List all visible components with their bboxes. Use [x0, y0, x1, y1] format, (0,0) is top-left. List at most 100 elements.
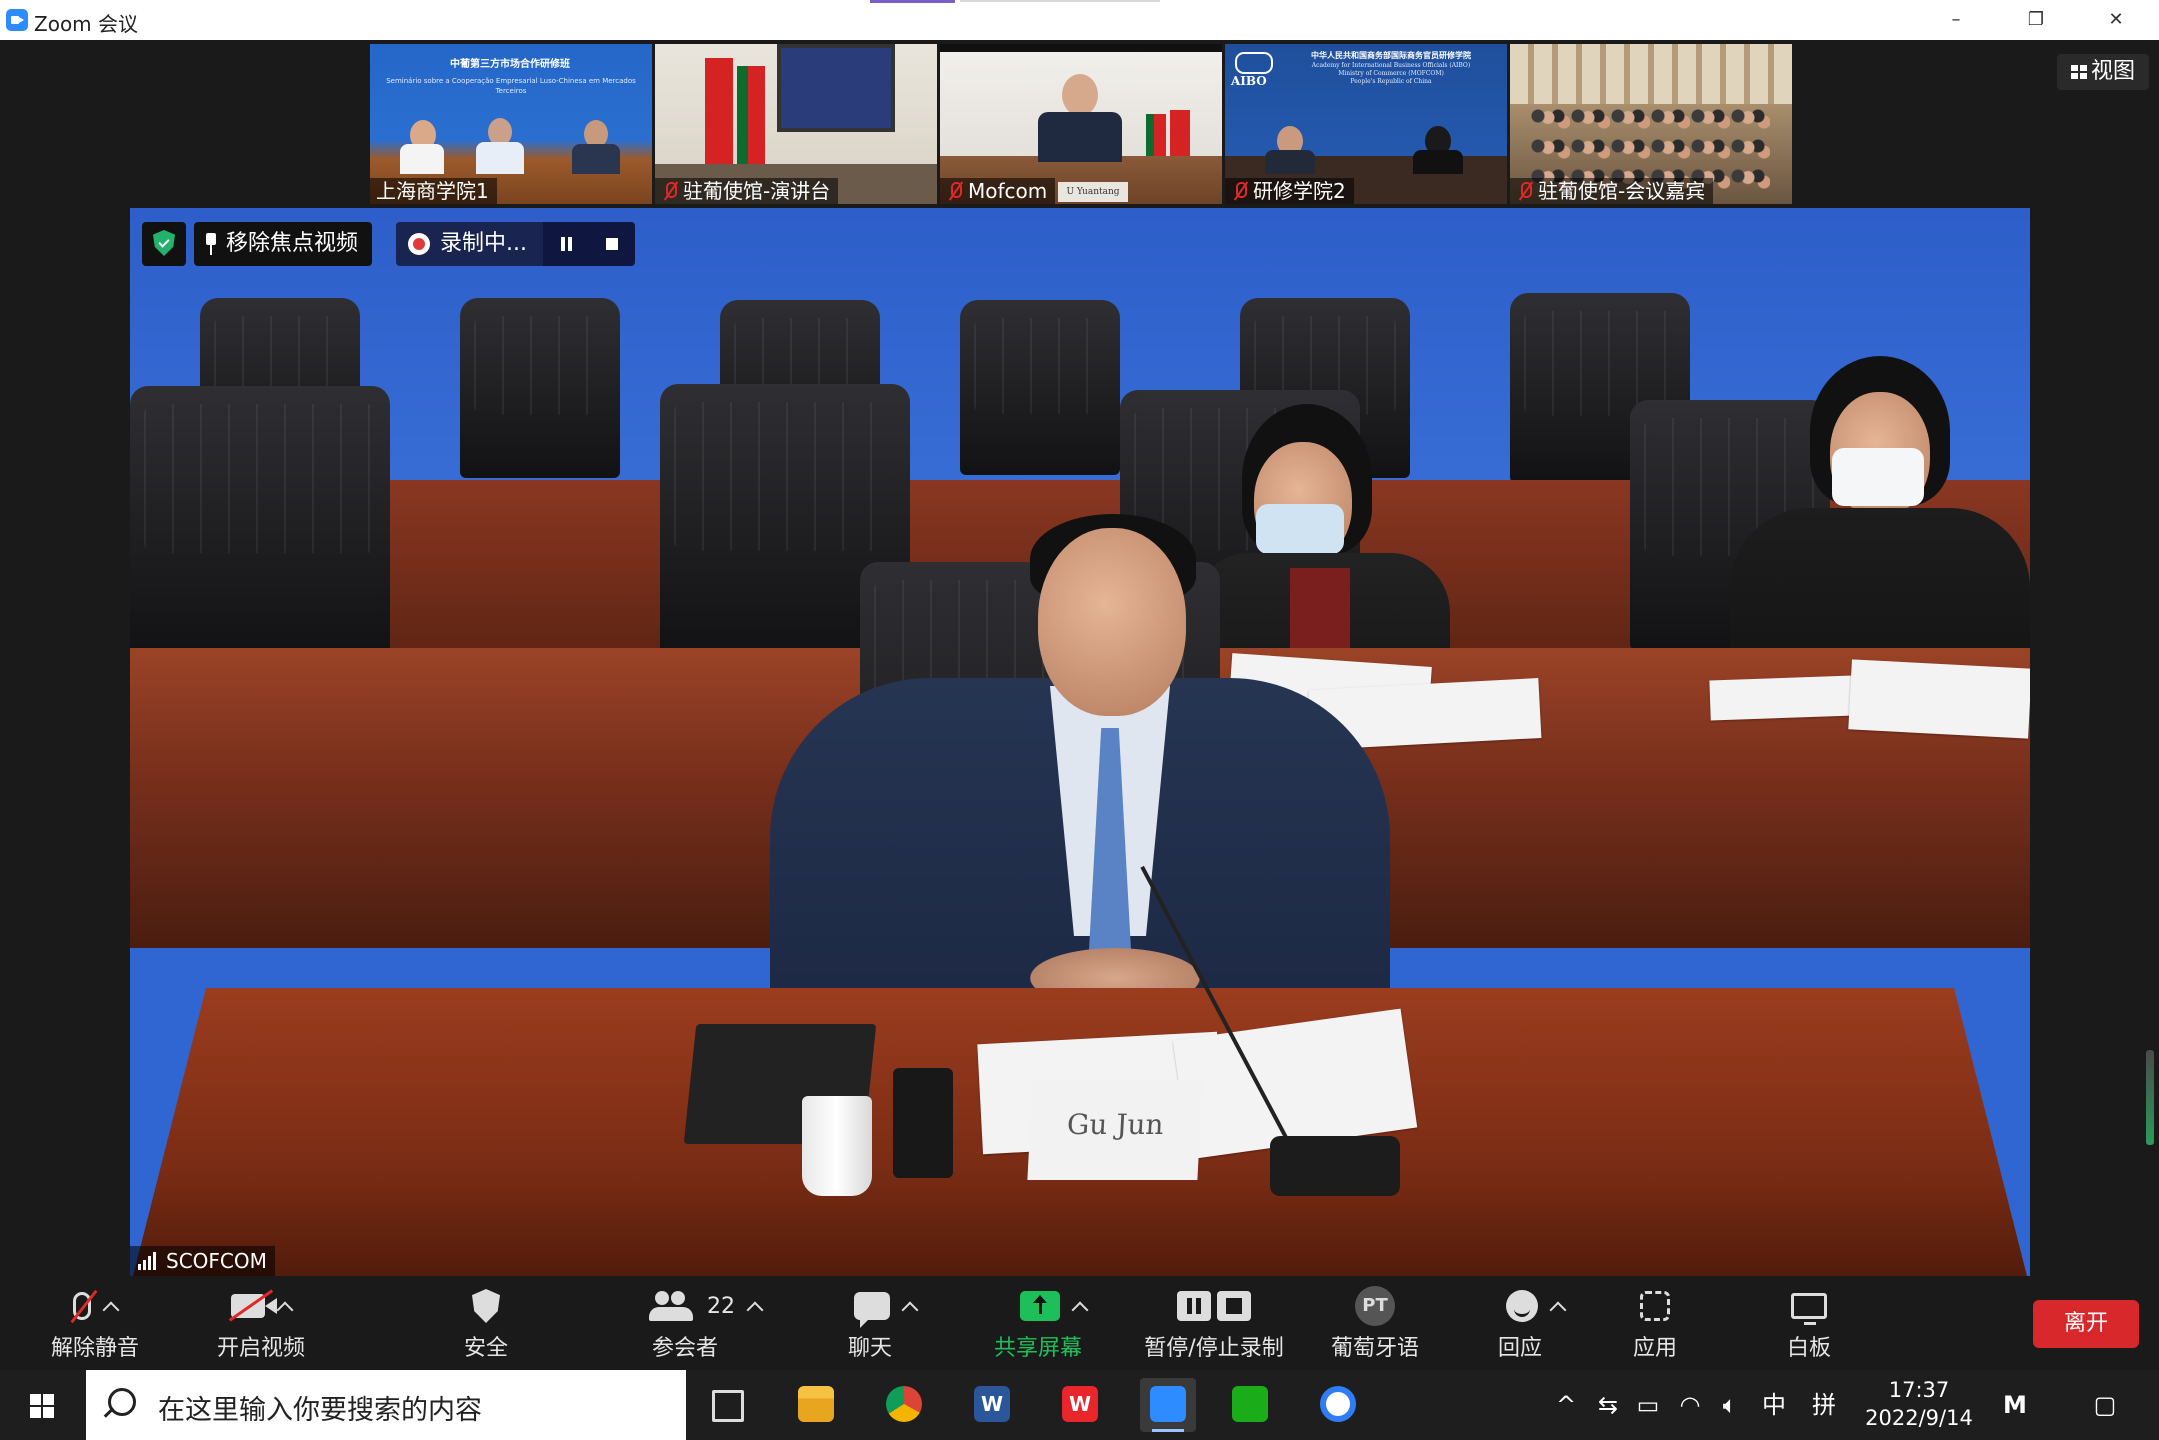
face-mask	[1832, 448, 1924, 506]
main-video[interactable]: Gu Jun 移除焦点视频 录制中... SCOFCOM	[130, 208, 2030, 1276]
participant-name: Mofcom	[968, 179, 1048, 203]
zoom-app[interactable]	[1140, 1378, 1196, 1432]
start-video-button[interactable]: 开启视频	[196, 1284, 326, 1364]
ime-mode[interactable]: 拼	[1806, 1370, 1842, 1440]
face-mask	[1256, 504, 1344, 554]
start-button[interactable]	[0, 1370, 84, 1440]
china-flag	[705, 58, 733, 168]
leave-button[interactable]: 离开	[2033, 1300, 2139, 1348]
interpretation-button[interactable]: PT 葡萄牙语	[1320, 1284, 1430, 1364]
minimize-button[interactable]: –	[1926, 4, 1986, 36]
person-head	[1062, 74, 1098, 116]
wps-app[interactable]: W	[1052, 1378, 1108, 1432]
apps-icon	[1640, 1291, 1670, 1321]
recording-controls: 录制中...	[396, 222, 635, 266]
zoom-icon	[1150, 1386, 1186, 1422]
grid-view-icon	[2070, 65, 2087, 79]
whiteboard-button[interactable]: 白板	[1764, 1284, 1854, 1364]
close-button[interactable]: ✕	[2086, 4, 2146, 36]
zoom-app-icon	[6, 9, 28, 31]
file-explorer-app[interactable]	[788, 1378, 844, 1432]
smiley-icon	[1506, 1290, 1538, 1322]
chevron-up-icon[interactable]	[901, 1301, 919, 1319]
person-body	[400, 144, 444, 174]
person-body	[476, 142, 524, 174]
shield-icon	[472, 1289, 500, 1323]
security-button[interactable]: 安全	[436, 1284, 536, 1364]
pause-stop-recording-button[interactable]: 暂停/停止录制	[1134, 1284, 1294, 1364]
chevron-up-icon[interactable]	[1549, 1301, 1567, 1319]
screen-display	[777, 44, 895, 132]
tray-overflow-chevron-icon[interactable]: ^	[1550, 1370, 1582, 1440]
paper	[1848, 659, 2030, 739]
chrome-app[interactable]	[876, 1378, 932, 1432]
ime-language[interactable]: 中	[1756, 1370, 1792, 1440]
banner-line: Ministry of Commerce (MOFCOM)	[1338, 70, 1444, 77]
tab-indicator	[870, 0, 955, 3]
participant-thumbnail[interactable]: 驻葡使馆-演讲台	[655, 44, 937, 204]
notification-center-icon[interactable]: ▢	[2080, 1370, 2130, 1440]
wechat-app[interactable]	[1222, 1378, 1278, 1432]
system-clock[interactable]: 17:37 2022/9/14	[1864, 1376, 1974, 1432]
chevron-up-icon[interactable]	[1071, 1301, 1089, 1319]
clock-date: 2022/9/14	[1865, 1406, 1973, 1430]
view-button[interactable]: 视图	[2057, 54, 2149, 90]
whiteboard-icon	[1791, 1293, 1827, 1325]
chrome-icon	[886, 1386, 922, 1422]
unmute-button[interactable]: 解除静音	[30, 1284, 160, 1364]
encryption-shield-icon[interactable]	[142, 222, 186, 266]
stop-recording-icon[interactable]	[1217, 1291, 1251, 1321]
participant-thumbnail[interactable]: U Yuantang Mofcom	[940, 44, 1222, 204]
participants-button[interactable]: 22 参会者	[630, 1284, 780, 1364]
chevron-up-icon[interactable]	[102, 1301, 120, 1319]
battery-icon[interactable]: ▭	[1630, 1370, 1666, 1440]
stop-recording-button[interactable]	[589, 222, 635, 266]
participants-count: 22	[707, 1293, 735, 1319]
share-screen-button[interactable]: 共享屏幕	[978, 1284, 1128, 1364]
record-icon	[408, 233, 431, 255]
chair	[130, 386, 390, 656]
share-screen-icon	[1020, 1291, 1060, 1321]
mail-app-icon[interactable]: M	[1990, 1370, 2040, 1440]
chevron-up-icon[interactable]	[276, 1301, 294, 1319]
red-top	[1290, 568, 1350, 658]
reactions-button[interactable]: 回应	[1480, 1284, 1590, 1364]
network-settings-icon[interactable]: ⇆	[1590, 1370, 1626, 1440]
interpretation-label: 葡萄牙语	[1330, 1336, 1419, 1361]
wechat-icon	[1232, 1386, 1268, 1422]
search-icon	[108, 1388, 136, 1416]
wifi-icon[interactable]: ◠	[1672, 1370, 1708, 1440]
participants-label: 参会者	[651, 1336, 718, 1361]
pause-recording-button[interactable]	[543, 222, 589, 266]
apps-button[interactable]: 应用	[1610, 1284, 1700, 1364]
meeting-toolbar: 解除静音 开启视频 安全 22 参会者 聊天 共享屏幕 暂停/停止录制 PT 葡…	[0, 1276, 2159, 1370]
microphone-base	[1270, 1136, 1400, 1196]
tea-cup	[802, 1096, 872, 1196]
unpin-focus-button[interactable]: 移除焦点视频	[194, 222, 373, 266]
person-body	[1038, 112, 1122, 162]
window-title: Zoom 会议	[34, 12, 139, 36]
volume-icon[interactable]: 🔈︎	[1712, 1370, 1748, 1440]
phone	[893, 1068, 953, 1178]
participant-thumbnail[interactable]: 中葡第三方市场合作研修班 Seminário sobre a Cooperaçã…	[370, 44, 652, 204]
taskbar-search[interactable]: 在这里输入你要搜索的内容	[86, 1370, 686, 1440]
word-icon: W	[974, 1386, 1010, 1422]
chat-button[interactable]: 聊天	[830, 1284, 940, 1364]
chair	[960, 300, 1120, 475]
pause-recording-icon[interactable]	[1177, 1291, 1211, 1321]
word-app[interactable]: W	[964, 1378, 1020, 1432]
participant-name-label: 上海商学院1	[370, 178, 497, 204]
participant-thumbnail[interactable]: AIBO 中华人民共和国商务部国际商务官员研修学院 Academy for In…	[1225, 44, 1507, 204]
maximize-button[interactable]: ❐	[2006, 4, 2066, 36]
participant-thumbnail[interactable]: 驻葡使馆-会议嘉宾	[1510, 44, 1792, 204]
speaker-name: SCOFCOM	[166, 1249, 267, 1273]
browser-app[interactable]	[1310, 1378, 1366, 1432]
security-label: 安全	[463, 1336, 508, 1361]
chat-icon	[854, 1292, 890, 1328]
browser-icon	[1320, 1386, 1356, 1422]
signal-strength-icon	[138, 1252, 160, 1270]
task-view-button[interactable]	[700, 1378, 756, 1432]
interpretation-language-icon: PT	[1355, 1286, 1395, 1326]
folder-icon	[798, 1386, 834, 1422]
chevron-up-icon[interactable]	[746, 1301, 764, 1319]
